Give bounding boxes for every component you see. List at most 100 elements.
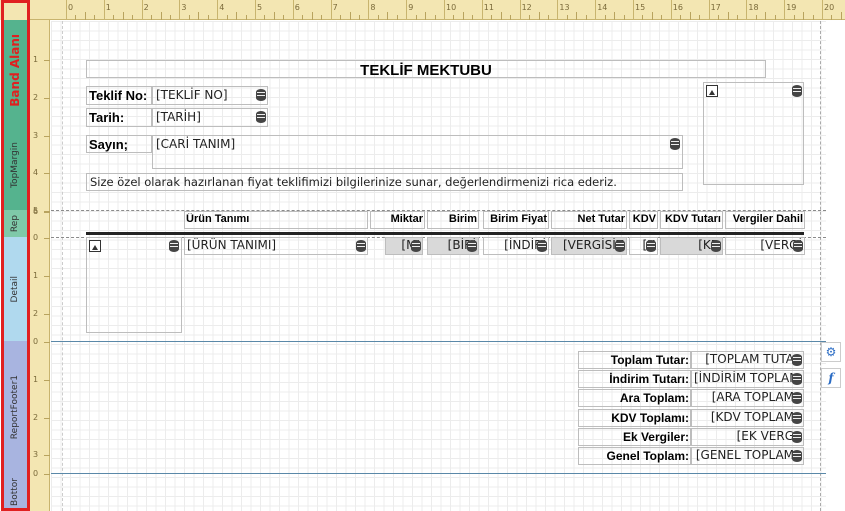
ruler-tick	[330, 0, 332, 20]
totals-value: [ARA TOPLAM	[711, 390, 794, 405]
ruler-subtick	[236, 12, 238, 20]
ruler-subtick	[689, 12, 691, 20]
ruler-subtick	[226, 15, 228, 20]
database-icon	[537, 240, 547, 252]
teklif-no-field[interactable]: [TEKLİF NO]	[152, 86, 268, 105]
ruler-subtick	[462, 12, 464, 20]
ruler-tick	[44, 275, 50, 277]
ruler-number: 2	[143, 3, 149, 12]
ruler-subtick	[803, 12, 805, 20]
ruler-subtick	[283, 15, 285, 20]
ruler-subtick	[132, 15, 134, 20]
header-underline	[86, 232, 804, 235]
ruler-tick	[44, 474, 50, 475]
ruler-number: 2	[33, 412, 39, 422]
totals-label: İndirim Tutarı:	[609, 372, 689, 387]
ruler-tick	[44, 135, 50, 137]
ruler-subtick	[311, 12, 313, 20]
ruler-subtick	[302, 15, 304, 20]
tarih-field[interactable]: [TARİH]	[152, 108, 268, 127]
right-margin-line	[820, 21, 821, 511]
ruler-tick	[217, 0, 219, 20]
intro-text[interactable]: Size özel olarak hazırlanan fiyat teklif…	[86, 173, 683, 191]
ruler-subtick	[84, 12, 86, 20]
ruler-subtick	[415, 15, 417, 20]
ruler-subtick	[151, 15, 153, 20]
detail-field-text: [VERGİ	[760, 238, 802, 252]
database-icon	[256, 111, 266, 123]
ruler-tick	[44, 97, 50, 99]
ruler-subtick	[680, 15, 682, 20]
ruler-number: 3	[181, 3, 187, 12]
database-icon	[646, 240, 656, 252]
ruler-subtick	[188, 15, 190, 20]
sayin-label[interactable]: Sayın;	[86, 135, 152, 153]
ruler-subtick	[538, 12, 540, 20]
ruler-subtick	[500, 12, 502, 20]
table-header-label: Ürün Tanımı	[186, 213, 250, 225]
page-title: TEKLİF MEKTUBU	[360, 62, 492, 79]
settings-icon[interactable]: ⚙	[821, 342, 841, 362]
ruler-number: 7	[332, 3, 338, 12]
logo-picture-box[interactable]	[703, 82, 804, 185]
ruler-number: 0	[33, 233, 39, 242]
ruler-number: 15	[635, 3, 646, 12]
database-icon	[467, 240, 477, 252]
ruler-subtick	[273, 12, 275, 20]
ruler-number: 8	[370, 3, 376, 12]
database-icon	[711, 240, 721, 252]
horizontal-ruler	[30, 0, 845, 20]
database-icon	[792, 411, 802, 424]
cari-tanim-field[interactable]: [CARİ TANIM]	[152, 135, 683, 169]
ruler-tick	[44, 313, 50, 315]
ruler-tick	[746, 0, 748, 20]
ruler-number: 3	[33, 130, 39, 140]
table-header-label: Vergiler Dahil	[732, 213, 803, 225]
ruler-tick	[519, 0, 521, 20]
ruler-subtick	[614, 12, 616, 20]
ruler-subtick	[642, 15, 644, 20]
totals-value: [EK VERG	[736, 428, 794, 443]
ruler-tick	[44, 417, 50, 419]
ruler-subtick	[510, 15, 512, 20]
database-icon	[792, 373, 802, 386]
ruler-subtick	[491, 15, 493, 20]
ruler-number: 17	[710, 3, 721, 12]
function-glyph: f	[828, 371, 834, 385]
ruler-subtick	[387, 12, 389, 20]
function-icon[interactable]: f	[821, 368, 841, 388]
ruler-subtick	[604, 15, 606, 20]
ruler-subtick	[699, 15, 701, 20]
ruler-number: 0	[33, 469, 39, 478]
ruler-number: 11	[483, 3, 494, 12]
totals-value: [TOPLAM TUTA	[705, 352, 794, 366]
database-icon	[792, 354, 802, 366]
ruler-number: 18	[748, 3, 759, 12]
teklif-no-label[interactable]: Teklif No:	[86, 86, 152, 105]
totals-value: [İNDİRİM TOPLAM	[694, 371, 794, 386]
ruler-number: 9	[408, 3, 414, 12]
totals-label: KDV Toplamı:	[611, 410, 689, 425]
band-separator	[51, 473, 826, 474]
ruler-subtick	[453, 15, 455, 20]
ruler-number: 2	[33, 308, 39, 318]
database-icon	[356, 240, 366, 252]
canvas-right-gutter	[826, 21, 845, 511]
totals-label: Ek Vergiler:	[622, 429, 689, 444]
tarih-label[interactable]: Tarih:	[86, 108, 152, 127]
band-area-highlight	[1, 0, 30, 511]
ruler-number: 2	[33, 92, 39, 102]
ruler-tick	[66, 0, 67, 20]
table-header-label: Birim Fiyat	[490, 213, 547, 225]
ruler-subtick	[94, 15, 96, 20]
ruler-number: 1	[33, 270, 39, 280]
ruler-subtick	[169, 15, 171, 20]
ruler-subtick	[765, 12, 767, 20]
ruler-tick	[44, 60, 50, 61]
ruler-subtick	[245, 15, 247, 20]
ruler-number: 10	[446, 3, 457, 12]
ruler-number: 1	[105, 3, 111, 12]
report-designer: TopMargin Band Alanı TopMargin Rep Detai…	[0, 0, 845, 511]
ruler-subtick	[566, 15, 568, 20]
ruler-subtick	[207, 15, 209, 20]
